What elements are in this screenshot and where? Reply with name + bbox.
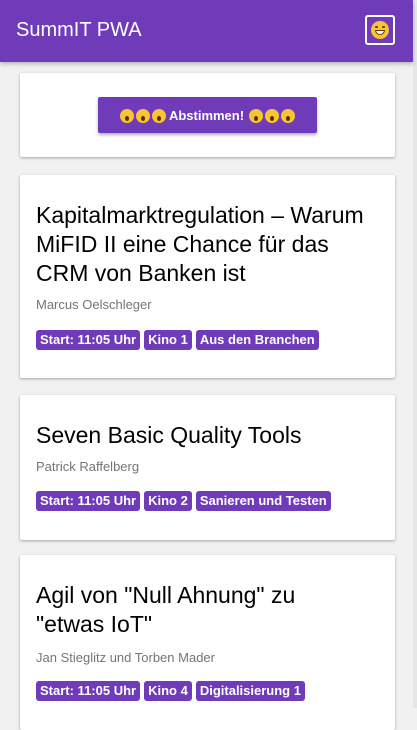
profile-button[interactable]: [365, 15, 395, 45]
tag-track: Aus den Branchen: [195, 330, 319, 350]
tag-room: Kino 4: [144, 681, 192, 701]
vote-card: Abstimmen!: [20, 73, 395, 157]
app-title: SummIT PWA: [16, 19, 142, 41]
screaming-face-icon: [248, 107, 296, 123]
talk-tags: Start: 11:05 Uhr Kino 1 Aus den Branchen: [36, 330, 319, 350]
vote-button[interactable]: Abstimmen!: [98, 97, 317, 133]
grinning-face-icon: [371, 21, 389, 39]
vote-button-label: Abstimmen!: [168, 107, 245, 123]
talk-title: Kapitalmarktregulation – Warum MiFID II …: [36, 202, 364, 286]
scrollbar[interactable]: [413, 0, 417, 708]
tag-track: Sanieren und Testen: [195, 491, 331, 511]
tag-room: Kino 2: [144, 491, 192, 511]
talk-tags: Start: 11:05 Uhr Kino 2 Sanieren und Tes…: [36, 491, 331, 511]
tag-start-time: Start: 11:05 Uhr: [36, 491, 141, 511]
talk-tags: Start: 11:05 Uhr Kino 4 Digitalisierung …: [36, 681, 305, 701]
tag-room: Kino 1: [144, 330, 192, 350]
tag-start-time: Start: 11:05 Uhr: [36, 330, 141, 350]
tag-track: Digitalisierung 1: [195, 681, 305, 701]
talk-card[interactable]: Seven Basic Quality Tools Patrick Raffel…: [20, 395, 395, 540]
talk-speaker: Patrick Raffelberg: [36, 459, 140, 474]
talk-card[interactable]: Agil von "Null Ahnung" zu "etwas IoT" Ja…: [20, 555, 395, 730]
screaming-face-icon: [119, 107, 167, 123]
app-bar: SummIT PWA: [0, 0, 413, 62]
talk-title: Agil von "Null Ahnung" zu "etwas IoT": [36, 582, 296, 637]
talk-title: Seven Basic Quality Tools: [36, 422, 302, 448]
talk-speaker: Marcus Oelschleger: [36, 297, 152, 312]
talk-card[interactable]: Kapitalmarktregulation – Warum MiFID II …: [20, 175, 395, 378]
tag-start-time: Start: 11:05 Uhr: [36, 681, 141, 701]
talk-speaker: Jan Stieglitz und Torben Mader: [36, 650, 215, 665]
